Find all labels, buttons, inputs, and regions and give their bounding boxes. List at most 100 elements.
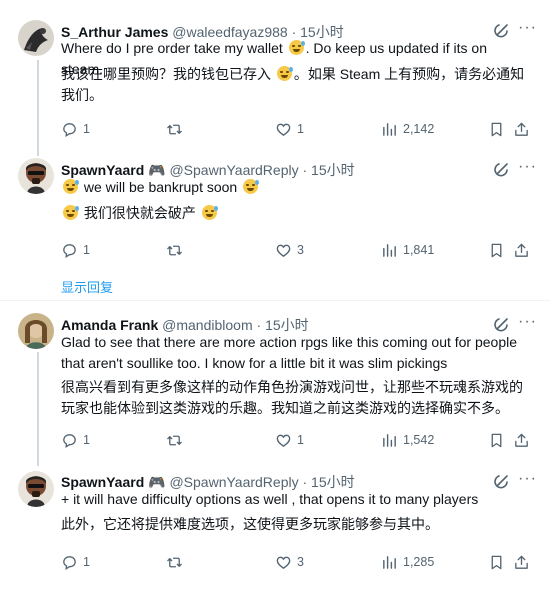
avatar[interactable] [18,313,54,349]
timestamp[interactable]: · 15小时 [303,162,355,178]
bookmark-icon [491,122,502,136]
retweet-button[interactable] [166,240,183,260]
tweet-translation: 我该在哪里预购？我的钱包已存入 。如果 Steam 上有预购，请务必通知我们。 [61,64,531,106]
avatar[interactable] [18,471,54,507]
tweet-translation: 此外，它还将提供难度选项，这使得更多玩家能够参与其中。 [61,516,439,532]
like-count: 1 [297,433,304,447]
share-icon [515,555,528,569]
views-icon [383,555,396,569]
share-button[interactable] [513,240,530,260]
show-replies-link[interactable]: 显示回复 [61,277,113,296]
more-icon[interactable]: ··· [518,313,537,331]
reply-icon [63,243,76,258]
retweet-icon [167,435,182,445]
grin-sweat-emoji-icon [201,205,218,220]
more-icon[interactable]: ··· [518,470,537,488]
retweet-icon [167,124,182,134]
reply-button[interactable]: 1 [61,552,90,572]
like-count: 3 [297,555,304,569]
bookmark-button[interactable] [488,240,505,260]
views-button[interactable]: 1,285 [381,552,434,572]
tweet-text-part: we will be bankrupt soon [83,179,238,195]
tweet[interactable]: Amanda Frank @mandibloom · 15小时 ··· Glad… [0,301,550,461]
timestamp[interactable]: · 15小时 [303,474,355,490]
reply-count: 1 [83,122,90,136]
like-count: 1 [297,122,304,136]
retweet-button[interactable] [166,119,183,139]
views-count: 2,142 [403,122,435,136]
bookmark-button[interactable] [488,552,505,572]
grin-sweat-emoji-icon [243,179,260,194]
bookmark-button[interactable] [488,119,505,139]
tweet-text: + it will have difficulty options as wel… [61,491,479,507]
bookmark-icon [491,433,502,447]
reply-count: 1 [83,555,90,569]
tweet-text-part: Where do I pre order take my wallet [61,40,283,56]
like-count: 3 [297,243,304,257]
bookmark-icon [491,243,502,257]
display-name[interactable]: SpawnYaard 🎮 [61,162,166,178]
sweat-laugh-emoji-icon [63,205,79,220]
display-name[interactable]: SpawnYaard 🎮 [61,474,166,490]
translation-part: 我们很快就会破产 [83,205,196,221]
views-icon [383,243,396,257]
views-icon [383,433,396,447]
tweet-actions: 1 1 1,542 [61,430,531,450]
views-count: 1,542 [403,433,435,447]
share-icon [515,433,528,447]
user-handle[interactable]: @SpawnYaardReply [169,162,298,178]
retweet-button[interactable] [166,552,183,572]
views-button[interactable]: 1,841 [381,240,434,260]
user-handle[interactable]: @mandibloom [162,317,252,333]
like-icon [276,123,291,136]
tweet-actions: 1 3 1,841 [61,240,531,260]
more-icon[interactable]: ··· [518,19,537,37]
views-button[interactable]: 2,142 [381,119,434,139]
translation-part: 我该在哪里预购？我的钱包已存入 [61,66,271,82]
sweat-laugh-emoji-icon [63,179,79,194]
views-icon [383,122,396,136]
like-button[interactable]: 1 [275,430,304,450]
share-button[interactable] [513,119,530,139]
tweet[interactable]: SpawnYaard 🎮 @SpawnYaardReply · 15小时 ···… [0,148,550,298]
avatar[interactable] [18,20,54,56]
tweet-translation: 很高兴看到有更多像这样的动作角色扮演游戏问世，让那些不玩魂系游戏的玩家也能体验到… [61,379,523,416]
retweet-icon [167,245,182,255]
display-name[interactable]: Amanda Frank [61,317,158,333]
reply-count: 1 [83,433,90,447]
like-button[interactable]: 1 [275,119,304,139]
timestamp[interactable]: · 15小时 [257,317,309,333]
avatar[interactable] [18,158,54,194]
reply-count: 1 [83,243,90,257]
share-button[interactable] [513,552,530,572]
share-icon [515,122,528,136]
reply-button[interactable]: 1 [61,240,90,260]
retweet-button[interactable] [166,430,183,450]
like-icon [276,556,291,569]
like-button[interactable]: 3 [275,240,304,260]
reply-button[interactable]: 1 [61,430,90,450]
more-icon[interactable]: ··· [518,158,537,176]
sweat-laugh-emoji-icon [276,66,293,81]
tweet-text: Glad to see that there are more action r… [61,334,518,371]
reply-icon [63,122,76,137]
share-icon [515,243,528,257]
like-button[interactable]: 3 [275,552,304,572]
views-count: 1,841 [403,243,435,257]
tweet-translation: 我们很快就会破产 [61,203,531,224]
views-count: 1,285 [403,555,435,569]
bookmark-button[interactable] [488,430,505,450]
reply-button[interactable]: 1 [61,119,90,139]
user-handle[interactable]: @SpawnYaardReply [169,474,298,490]
views-button[interactable]: 1,542 [381,430,434,450]
retweet-icon [167,557,182,567]
tweet-text: we will be bankrupt soon [61,177,531,198]
tweet[interactable]: SpawnYaard 🎮 @SpawnYaardReply · 15小时 ···… [0,461,550,590]
share-button[interactable] [513,430,530,450]
reply-icon [63,433,76,448]
sweat-laugh-emoji-icon [288,40,305,55]
tweet[interactable]: S_Arthur James @waleedfayaz988 · 15小时 ··… [0,0,550,148]
like-icon [276,244,291,257]
like-icon [276,434,291,447]
reply-icon [63,555,76,570]
